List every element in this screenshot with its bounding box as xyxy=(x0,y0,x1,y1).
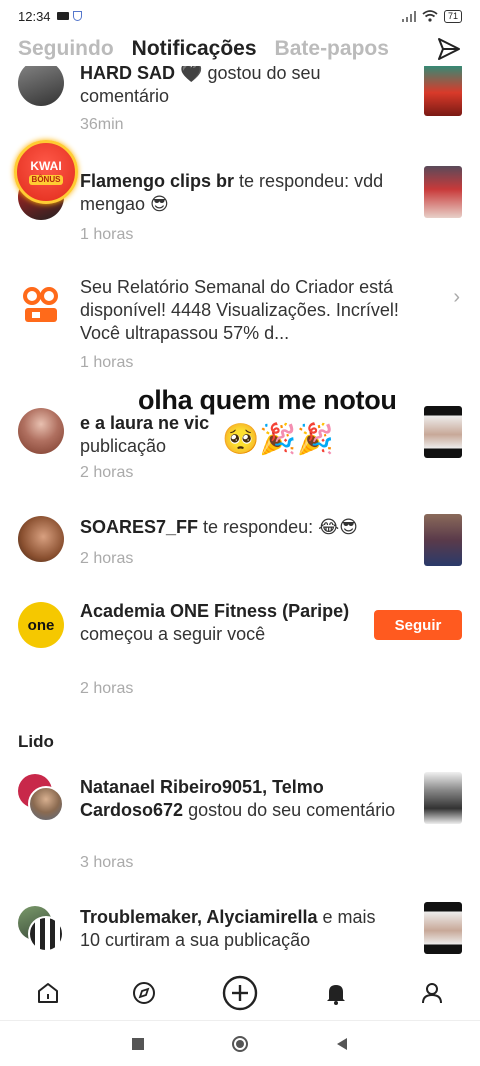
overlay-emojis: 🥺🎉🎉 xyxy=(222,423,335,456)
wifi-icon xyxy=(422,10,438,22)
tab-bate-papos[interactable]: Bate-papos xyxy=(275,37,389,61)
kwai-logo xyxy=(18,282,64,328)
avatar[interactable] xyxy=(18,66,64,106)
overlay-caption: olha quem me notou xyxy=(138,385,397,415)
avatar[interactable]: one xyxy=(18,602,64,648)
back-icon[interactable] xyxy=(335,1037,349,1051)
nav-home[interactable] xyxy=(25,970,71,1016)
tab-seguindo[interactable]: Seguindo xyxy=(18,37,114,61)
post-thumbnail[interactable] xyxy=(424,772,462,824)
post-thumbnail[interactable] xyxy=(424,514,462,566)
notification-time: 2 horas xyxy=(80,464,134,481)
home-button-icon[interactable] xyxy=(231,1035,249,1053)
nav-notifications[interactable] xyxy=(313,970,359,1016)
status-time: 12:34 xyxy=(18,8,51,24)
academia-one-logo: one xyxy=(28,617,55,634)
chevron-right-icon[interactable]: › xyxy=(453,286,460,309)
nav-create[interactable] xyxy=(217,970,263,1016)
tab-notificacoes[interactable]: Notificações xyxy=(132,37,257,61)
notification-user[interactable]: Academia ONE Fitness (Paripe) xyxy=(80,601,349,621)
battery-indicator: 71 xyxy=(443,9,462,23)
notification-time: 3 horas xyxy=(80,854,134,871)
post-thumbnail[interactable] xyxy=(424,902,462,954)
notification-time: 1 horas xyxy=(80,354,134,371)
post-thumbnail[interactable] xyxy=(424,66,462,116)
status-bar: 12:34 71 xyxy=(0,0,480,32)
compass-icon xyxy=(133,982,155,1004)
section-label-read: Lido xyxy=(18,732,54,751)
post-thumbnail[interactable] xyxy=(424,166,462,218)
home-icon xyxy=(38,983,58,1003)
nav-profile[interactable] xyxy=(409,970,455,1016)
notification-time: 2 horas xyxy=(80,680,134,697)
kwai-bonus-badge[interactable]: KWAI BÔNUS xyxy=(14,140,78,204)
signal-icon xyxy=(401,10,416,22)
notification-text: Seu Relatório Semanal do Criador está di… xyxy=(80,277,399,343)
notification-text: te respondeu: 😂😎 xyxy=(203,517,358,537)
notification-text: gostou do seu comentário xyxy=(188,800,396,820)
recent-apps-icon[interactable] xyxy=(131,1037,145,1051)
notification-text: começou a seguir você xyxy=(80,624,266,644)
avatar[interactable] xyxy=(18,408,64,454)
user-icon xyxy=(422,983,442,1004)
avatar[interactable] xyxy=(28,916,64,952)
avatar[interactable] xyxy=(18,516,64,562)
plus-circle-icon xyxy=(222,975,258,1011)
shield-icon xyxy=(72,11,82,21)
nav-discover[interactable] xyxy=(121,970,167,1016)
notification-time: 1 horas xyxy=(80,226,134,243)
camera-icon xyxy=(56,12,69,20)
notification-user[interactable]: HARD SAD 🖤 xyxy=(80,66,202,83)
follow-button[interactable]: Seguir xyxy=(374,610,462,640)
bottom-nav-bar xyxy=(0,966,480,1020)
notification-users[interactable]: Troublemaker, Alyciamirella xyxy=(80,907,317,927)
post-thumbnail[interactable] xyxy=(424,406,462,458)
notification-user[interactable]: e a laura ne vic xyxy=(80,413,209,433)
notification-text: publicação xyxy=(80,436,167,456)
send-icon[interactable] xyxy=(436,36,462,62)
notification-user[interactable]: Flamengo clips br xyxy=(80,171,234,191)
bell-icon xyxy=(327,985,345,1005)
top-tab-bar: Seguindo Notificações Bate-papos xyxy=(0,32,480,66)
notification-time: 36min xyxy=(80,116,124,133)
notification-time: 2 horas xyxy=(80,550,134,567)
kwai-logo-icon xyxy=(23,287,58,322)
avatar[interactable] xyxy=(28,786,64,822)
svg-text:one: one xyxy=(28,617,55,634)
notification-user[interactable]: SOARES7_FF xyxy=(80,517,198,537)
notification-feed[interactable]: HARD SAD 🖤 gostou do seu comentário 36mi… xyxy=(0,66,480,966)
system-nav-bar xyxy=(0,1020,480,1066)
